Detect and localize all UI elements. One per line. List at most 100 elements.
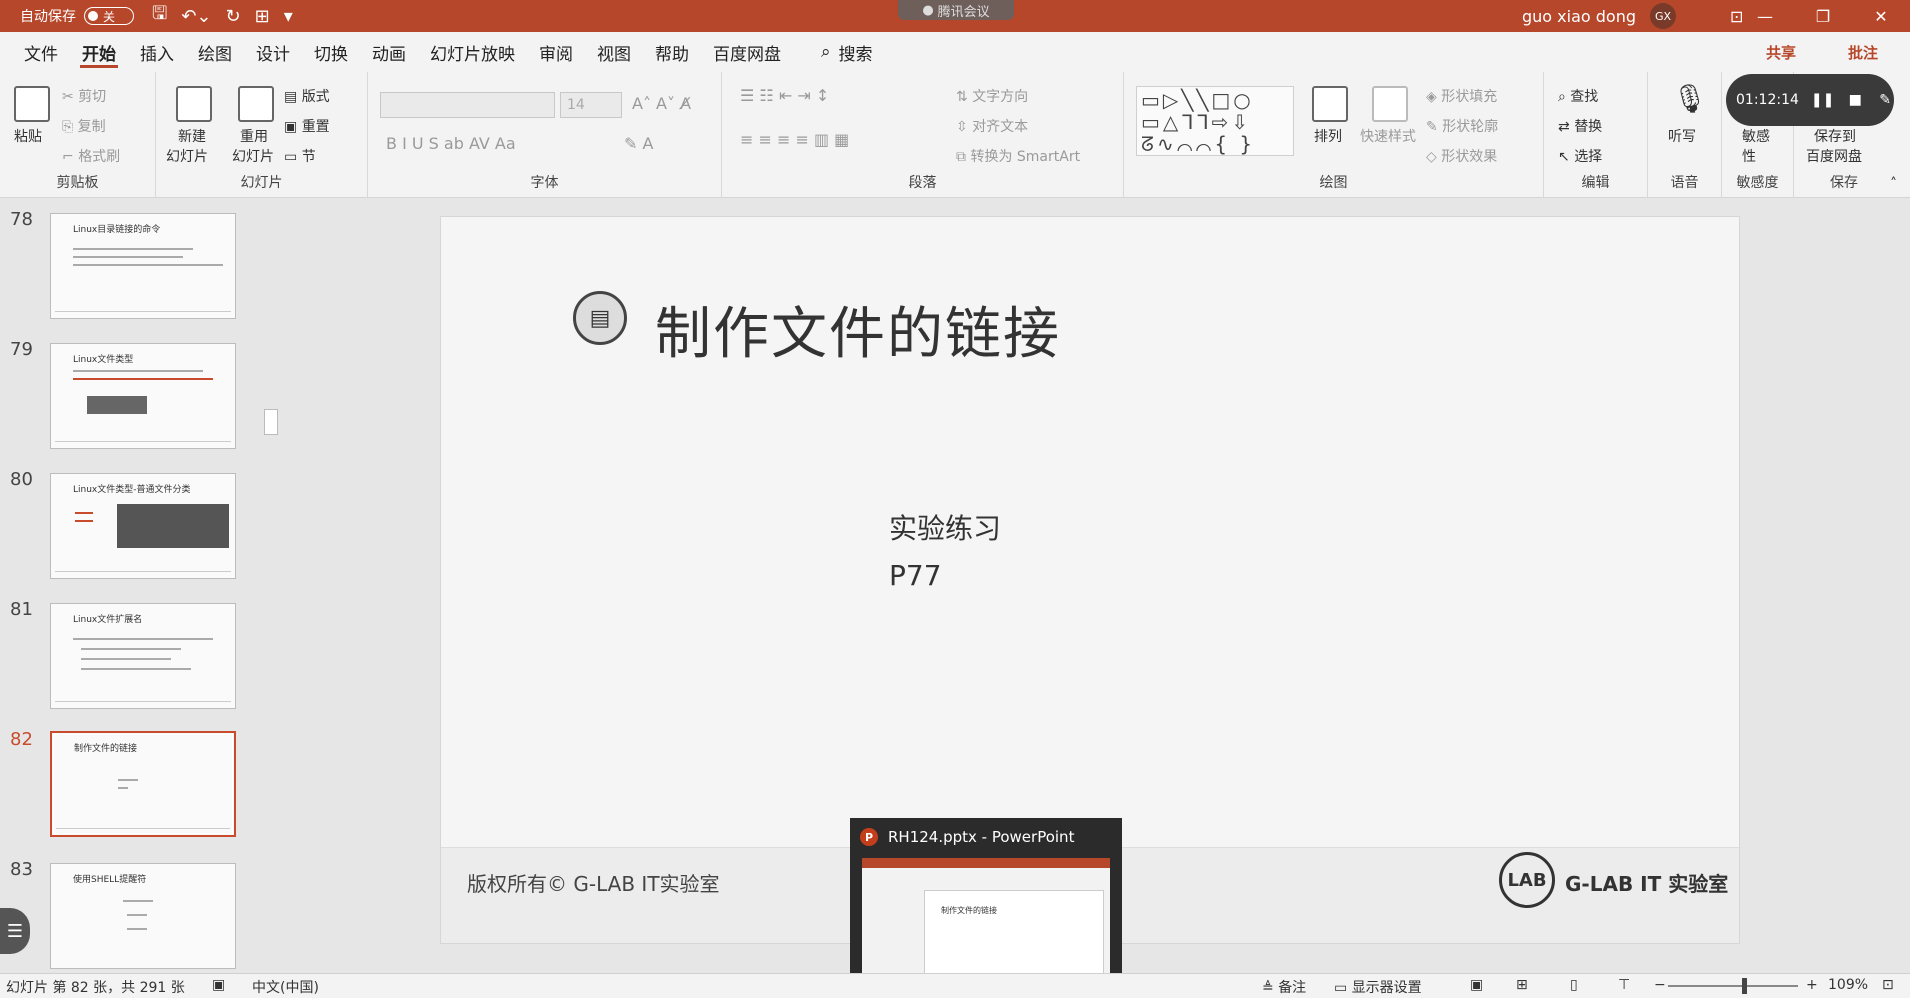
- tab-animations[interactable]: 动画: [360, 32, 418, 72]
- tab-review[interactable]: 审阅: [527, 32, 585, 72]
- search-box[interactable]: ⌕ 搜索: [821, 40, 873, 65]
- quick-styles-icon[interactable]: [1372, 86, 1408, 122]
- user-account[interactable]: guo xiao dong GX ⊡: [1522, 0, 1743, 32]
- sensitivity-label-2[interactable]: 性: [1742, 146, 1756, 166]
- slide-body-line-2[interactable]: P77: [889, 559, 942, 592]
- zoom-in-icon[interactable]: +: [1806, 977, 1818, 993]
- tab-home[interactable]: 开始: [70, 32, 128, 72]
- shape-effects-button[interactable]: ◇ 形状效果: [1426, 146, 1497, 166]
- meeting-badge[interactable]: ● 腾讯会议: [898, 0, 1014, 20]
- minimize-icon[interactable]: —: [1736, 0, 1794, 32]
- cut-button[interactable]: ✂ 剪切: [62, 86, 106, 106]
- zoom-slider[interactable]: [1668, 978, 1798, 994]
- pause-icon[interactable]: ❚❚: [1811, 86, 1834, 114]
- share-button[interactable]: 共享: [1766, 42, 1796, 63]
- font-format-icons[interactable]: B I U S ab AV Aa: [386, 134, 516, 153]
- thumbnail-scrollbar[interactable]: [262, 199, 280, 973]
- notes-button[interactable]: ≜ 备注: [1262, 977, 1306, 997]
- select-button[interactable]: ↖ 选择: [1558, 146, 1602, 166]
- pen-icon[interactable]: ✎: [1876, 86, 1894, 114]
- text-direction-button[interactable]: ⇅ 文字方向: [956, 86, 1028, 106]
- new-slide-label-1[interactable]: 新建: [178, 126, 206, 146]
- tab-draw[interactable]: 绘图: [186, 32, 244, 72]
- reuse-slide-icon[interactable]: [238, 86, 274, 122]
- customize-qat-icon[interactable]: ▾: [284, 1, 293, 31]
- dictate-button[interactable]: 听写: [1668, 126, 1696, 146]
- tab-help[interactable]: 帮助: [643, 32, 701, 72]
- copy-button[interactable]: ⎘ 复制: [62, 116, 106, 136]
- shape-fill-button[interactable]: ◈ 形状填充: [1426, 86, 1497, 106]
- close-icon[interactable]: ✕: [1852, 0, 1910, 32]
- scroll-thumb[interactable]: [264, 409, 278, 435]
- shapes-gallery[interactable]: ▭▷╲╲□○ ▭△ᒣᒣ⇨⇩ ᘔ∿⌒⌒{ }: [1136, 86, 1294, 156]
- align-text-button[interactable]: ⇳ 对齐文本: [956, 116, 1028, 136]
- smartart-button[interactable]: ⧉ 转换为 SmartArt: [956, 146, 1080, 166]
- format-painter-button[interactable]: ⌐ 格式刷: [62, 146, 120, 166]
- preview-thumbnail[interactable]: 制作文件的链接: [862, 858, 1110, 992]
- font-size-field[interactable]: 14: [560, 92, 622, 118]
- slide-sorter-icon[interactable]: ⊞: [1516, 977, 1528, 993]
- redo-icon[interactable]: ↻: [226, 1, 241, 31]
- collapse-ribbon-icon[interactable]: ˄: [1890, 176, 1897, 192]
- sensitivity-label-1[interactable]: 敏感: [1742, 126, 1770, 146]
- layout-button[interactable]: ▤ 版式: [284, 86, 330, 106]
- slideshow-icon[interactable]: ⊤: [1618, 977, 1630, 993]
- save-to-baidu-label-2[interactable]: 百度网盘: [1806, 146, 1862, 166]
- fit-slide-icon[interactable]: ⊡: [1882, 977, 1894, 993]
- zoom-out-icon[interactable]: −: [1654, 977, 1666, 993]
- tab-insert[interactable]: 插入: [128, 32, 186, 72]
- arrange-button[interactable]: 排列: [1314, 126, 1342, 146]
- zoom-level[interactable]: 109%: [1828, 977, 1868, 993]
- slide-title[interactable]: 制作文件的链接: [655, 289, 1061, 370]
- paste-icon[interactable]: [14, 86, 50, 122]
- reuse-slide-label-2[interactable]: 幻灯片: [232, 146, 274, 166]
- taskbar-preview[interactable]: P RH124.pptx - PowerPoint 制作文件的链接: [850, 818, 1122, 998]
- arrange-icon[interactable]: [1312, 86, 1348, 122]
- reuse-slide-label-1[interactable]: 重用: [240, 126, 268, 146]
- save-icon[interactable]: 🖫: [152, 1, 167, 31]
- avatar[interactable]: GX: [1650, 3, 1677, 29]
- display-settings-button[interactable]: ▭ 显示器设置: [1334, 977, 1422, 997]
- paste-button[interactable]: 粘贴: [14, 126, 42, 146]
- tab-file[interactable]: 文件: [12, 32, 70, 72]
- microphone-icon[interactable]: 🎙: [1672, 82, 1708, 115]
- stop-icon[interactable]: ■: [1846, 86, 1864, 114]
- tab-slideshow[interactable]: 幻灯片放映: [418, 32, 527, 72]
- new-slide-label-2[interactable]: 幻灯片: [166, 146, 208, 166]
- find-button[interactable]: ⌕ 查找: [1558, 86, 1598, 106]
- section-button[interactable]: ▭ 节: [284, 146, 316, 166]
- tab-view[interactable]: 视图: [585, 32, 643, 72]
- thumb-slide-80[interactable]: Linux文件类型-普通文件分类: [50, 473, 236, 579]
- accessibility-icon[interactable]: ▣: [212, 977, 225, 993]
- thumb-slide-81[interactable]: Linux文件扩展名: [50, 603, 236, 709]
- thumb-slide-78[interactable]: Linux目录链接的命令: [50, 213, 236, 319]
- thumb-slide-83[interactable]: 使用SHELL提醒符: [50, 863, 236, 969]
- normal-view-icon[interactable]: ▣: [1470, 977, 1483, 993]
- autosave-toggle[interactable]: 自动保存 关: [20, 6, 134, 26]
- align-icons[interactable]: ≡ ≡ ≡ ≡ ▥ ▦: [740, 130, 849, 149]
- autosave-switch[interactable]: 关: [84, 7, 134, 25]
- thumb-slide-79[interactable]: Linux文件类型: [50, 343, 236, 449]
- quick-styles-button[interactable]: 快速样式: [1360, 126, 1416, 146]
- language-indicator[interactable]: 中文(中国): [252, 977, 319, 997]
- zoom-knob[interactable]: [1742, 978, 1747, 994]
- font-name-field[interactable]: [380, 92, 555, 118]
- tab-transitions[interactable]: 切换: [302, 32, 360, 72]
- present-icon[interactable]: ⊞: [255, 1, 270, 31]
- reset-button[interactable]: ▣ 重置: [284, 116, 330, 136]
- replace-button[interactable]: ⇄ 替换: [1558, 116, 1602, 136]
- restore-icon[interactable]: ❐: [1794, 0, 1852, 32]
- font-color-icon[interactable]: ✎ A: [624, 134, 653, 153]
- tab-design[interactable]: 设计: [244, 32, 302, 72]
- save-to-baidu-label-1[interactable]: 保存到: [1814, 126, 1856, 146]
- slide-scrollbar[interactable]: [1894, 199, 1910, 973]
- reading-view-icon[interactable]: ▯: [1570, 977, 1578, 993]
- undo-icon[interactable]: ↶⌄: [181, 1, 211, 31]
- tab-baidu[interactable]: 百度网盘: [701, 32, 793, 72]
- thumb-slide-82[interactable]: 制作文件的链接: [50, 731, 236, 837]
- font-grow-shrink-icon[interactable]: A˄ A˅ A̸: [632, 94, 691, 113]
- comment-button[interactable]: 批注: [1848, 42, 1878, 63]
- shape-outline-button[interactable]: ✎ 形状轮廓: [1426, 116, 1498, 136]
- list-icons[interactable]: ☰ ☷ ⇤ ⇥ ↕: [740, 86, 829, 105]
- slide-body-line-1[interactable]: 实验练习: [889, 507, 1001, 547]
